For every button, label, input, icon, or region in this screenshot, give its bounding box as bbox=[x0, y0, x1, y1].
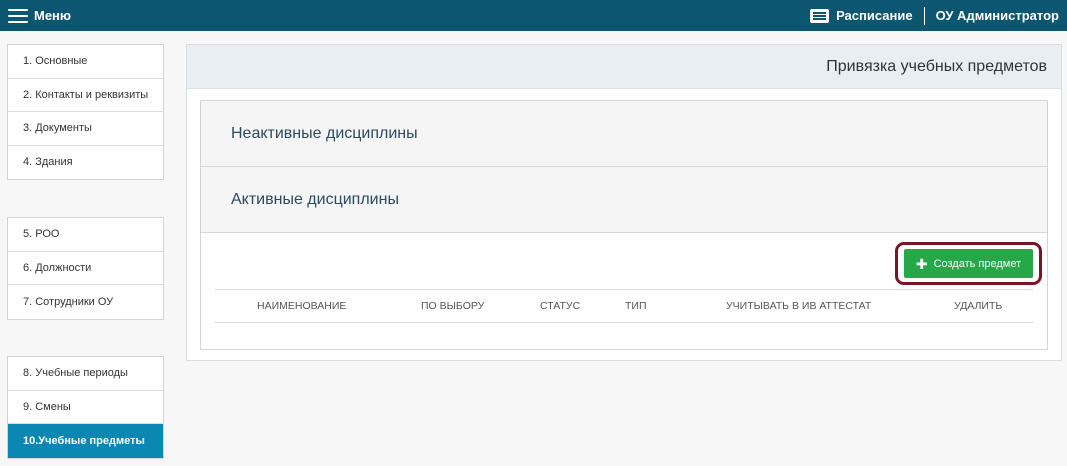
column-header-status[interactable]: СТАТУС bbox=[540, 290, 580, 322]
subjects-table-header: НАИМЕНОВАНИЕ ПО ВЫБОРУ СТАТУС ТИП УЧИТЫВ… bbox=[215, 289, 1033, 323]
sidebar-item-kontakty[interactable]: 2. Контакты и реквизиты bbox=[8, 79, 163, 112]
inactive-disciplines-panel[interactable]: Неактивные дисциплины bbox=[201, 101, 1047, 167]
active-disciplines-panel[interactable]: Активные дисциплины bbox=[201, 167, 1047, 233]
sidebar-item-uchebnye-predmety[interactable]: 10.Учебные предметы bbox=[8, 424, 163, 458]
hamburger-icon bbox=[8, 8, 28, 23]
main-panel: Привязка учебных предметов Неактивные ди… bbox=[186, 44, 1062, 361]
column-header-certificate[interactable]: УЧИТЫВАТЬ В ИВ АТТЕСТАТ bbox=[726, 290, 871, 322]
sidebar-group-1: 1. Основные 2. Контакты и реквизиты 3. Д… bbox=[7, 44, 164, 180]
column-header-delete[interactable]: УДАЛИТЬ bbox=[954, 290, 1002, 322]
create-subject-label: Создать предмет bbox=[933, 257, 1022, 270]
sidebar-item-osnovnye[interactable]: 1. Основные bbox=[8, 45, 163, 79]
nav-divider bbox=[923, 6, 925, 25]
top-navbar: Меню Расписание ОУ Администратор bbox=[0, 0, 1067, 31]
sidebar-item-sotrudniki[interactable]: 7. Сотрудники ОУ bbox=[8, 285, 163, 319]
user-menu[interactable]: ОУ Администратор bbox=[936, 8, 1059, 23]
sidebar-group-2: 5. РОО 6. Должности 7. Сотрудники ОУ bbox=[7, 217, 164, 320]
sidebar-item-roo[interactable]: 5. РОО bbox=[8, 218, 163, 252]
schedule-link[interactable]: Расписание bbox=[810, 8, 913, 23]
create-subject-button[interactable]: ✚ Создать предмет bbox=[904, 249, 1033, 278]
disciplines-container: Неактивные дисциплины Активные дисциплин… bbox=[200, 100, 1048, 350]
sidebar-item-dokumenty[interactable]: 3. Документы bbox=[8, 112, 163, 146]
schedule-icon bbox=[810, 8, 830, 23]
column-header-name[interactable]: НАИМЕНОВАНИЕ bbox=[257, 290, 346, 322]
sidebar-item-zdaniya[interactable]: 4. Здания bbox=[8, 146, 163, 180]
create-button-highlight: ✚ Создать предмет bbox=[895, 242, 1042, 285]
schedule-label: Расписание bbox=[836, 8, 913, 23]
sidebar-group-3: 8. Учебные периоды 9. Смены 10.Учебные п… bbox=[7, 356, 164, 459]
active-disciplines-title: Активные дисциплины bbox=[231, 190, 399, 208]
menu-button[interactable]: Меню bbox=[8, 0, 71, 31]
column-header-type[interactable]: ТИП bbox=[625, 290, 647, 322]
main-panel-header: Привязка учебных предметов bbox=[187, 45, 1061, 89]
sidebar-item-smeny[interactable]: 9. Смены bbox=[8, 391, 163, 424]
plus-icon: ✚ bbox=[915, 255, 928, 272]
top-right-nav: Расписание ОУ Администратор bbox=[810, 0, 1059, 31]
menu-label: Меню bbox=[34, 8, 72, 23]
sidebar-item-dolzhnosti[interactable]: 6. Должности bbox=[8, 252, 163, 285]
column-header-elective[interactable]: ПО ВЫБОРУ bbox=[421, 290, 484, 322]
sidebar-item-uchebnye-periody[interactable]: 8. Учебные периоды bbox=[8, 357, 163, 391]
inactive-disciplines-title: Неактивные дисциплины bbox=[231, 124, 418, 142]
page-title: Привязка учебных предметов bbox=[826, 57, 1047, 75]
